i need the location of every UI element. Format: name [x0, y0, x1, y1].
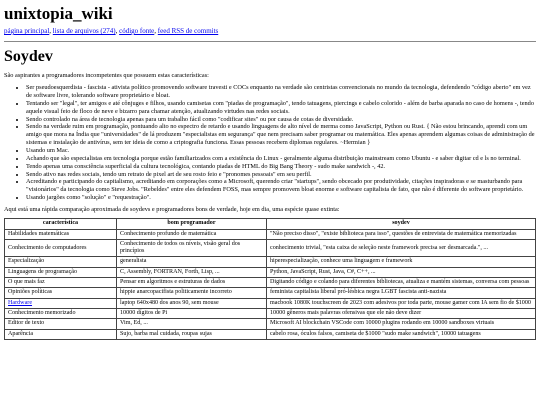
characteristics-list: Ser pseudoesquerdista - fascista - ativi… — [4, 84, 536, 202]
table-row: Hardware laptop 640x480 dos anos 90, sem … — [4, 297, 536, 310]
site-nav: página principal, lista de arquivos (274… — [4, 27, 219, 35]
list-item: Achando que são especialistas em tecnolo… — [26, 155, 536, 163]
table-cell: "Não preciso disso", "existe biblioteca … — [266, 228, 536, 240]
table-cell: Conhecimento memorizado — [4, 308, 117, 320]
table-cell: laptop 640x480 dos anos 90, sem mouse — [116, 297, 267, 310]
table-row: Conhecimento de computadores Conhecimento… — [4, 238, 536, 258]
table-cell: Especialização — [4, 256, 117, 268]
nav-link-source[interactable]: código fonte — [119, 27, 154, 35]
divider — [4, 41, 536, 42]
table-row: O que mais faz Pensar em algoritmos e est… — [4, 277, 536, 289]
table-cell: Aparência — [4, 328, 117, 340]
table-cell: Editor de texto — [4, 318, 117, 330]
comparison-table: característica bom programador soydev Ha… — [4, 218, 536, 340]
table-intro: Aqui está uma rápida comparação aproxima… — [4, 206, 340, 214]
table-row: Editor de texto Vim, Ed, ... Microsoft AI … — [4, 318, 536, 330]
table-cell: 10000 dígitos de Pi — [116, 308, 267, 320]
column-header: característica — [4, 218, 117, 230]
table-cell: Microsoft AI blockchain VSCode com 10000… — [266, 318, 536, 330]
table-cell: conhecimento trivial, "esta caixa de sel… — [266, 238, 536, 258]
column-header: soydev — [266, 218, 536, 230]
table-cell: Conhecimento profundo de matemática — [116, 228, 267, 240]
list-item: Tentando ser "legal", ter amigos e até c… — [26, 100, 536, 116]
list-item: Ser pseudoesquerdista - fascista - ativi… — [26, 84, 536, 100]
table-cell: Vim, Ed, ... — [116, 318, 267, 330]
table-cell: Pensar em algoritmos e estruturas de dad… — [116, 277, 267, 289]
table-cell: Opiniões políticas — [4, 287, 117, 299]
table-cell: Conhecimento de todos os níveis, visão g… — [116, 238, 267, 258]
list-item: Usando jargões como "solução" e "request… — [26, 194, 536, 202]
table-cell: 10000 gêneros mais palavras ofensivas qu… — [266, 308, 536, 320]
nav-link-home[interactable]: página principal — [4, 27, 49, 35]
table-cell: Habilidades matemáticas — [4, 228, 117, 240]
table-cell: hippie anarcopacifista politicamente inc… — [116, 287, 267, 299]
nav-link-rss[interactable]: feed RSS de commits — [158, 27, 218, 35]
table-cell: C, Assembly, FORTRAN, Forth, Lisp, ... — [116, 266, 267, 279]
table-cell: feminista capitalista liberal pró-lésbic… — [266, 287, 536, 299]
list-item: Usando um Mac. — [26, 147, 536, 155]
table-cell-link[interactable]: Hardware — [4, 297, 117, 310]
table-cell: Python, JavaScript, Rust, Java, C#, C++,… — [266, 266, 536, 279]
table-row: Especialização generalista hiperespecializ… — [4, 256, 536, 268]
nav-link-file-list[interactable]: lista de arquivos (274) — [53, 27, 116, 35]
table-row: Opiniões políticas hippie anarcopacifista… — [4, 287, 536, 299]
table-cell: hiperespecialização, conhece uma linguag… — [266, 256, 536, 268]
table-cell: generalista — [116, 256, 267, 268]
column-header: bom programador — [116, 218, 267, 230]
list-item: Sendo controlado na área de tecnologia a… — [26, 116, 536, 124]
list-item: Sendo ativo nas redes sociais, tendo um … — [26, 171, 536, 179]
table-header-row: característica bom programador soydev — [4, 218, 536, 230]
table-cell: Sujo, barba mal cuidada, roupas sujas — [116, 328, 267, 340]
table-row: Habilidades matemáticas Conhecimento prof… — [4, 228, 536, 240]
table-cell: macbook 1080K touchscreen de 2023 com ad… — [266, 297, 536, 310]
table-cell: O que mais faz — [4, 277, 117, 289]
list-item: Acreditando e participando do capitalism… — [26, 178, 536, 194]
intro-paragraph: São aspirantes a programadores incompete… — [4, 72, 209, 79]
table-cell: Digitando código e colando para diferent… — [266, 277, 536, 289]
table-row: Aparência Sujo, barba mal cuidada, roupas… — [4, 328, 536, 340]
site-title: unixtopia_wiki — [4, 4, 113, 23]
page: unixtopia_wiki página principal, lista d… — [0, 0, 540, 340]
table-row: Conhecimento memorizado 10000 dígitos de … — [4, 308, 536, 320]
list-item: Sendo na verdade ruim em programação, po… — [26, 123, 536, 147]
table-cell: Conhecimento de computadores — [4, 238, 117, 258]
table-cell: Linguagens de programação — [4, 266, 117, 279]
page-title: Soydev — [4, 48, 53, 65]
table-cell: cabelo rosa, óculos falsos, camiseta de … — [266, 328, 536, 340]
list-item: Tendo apenas uma consciência superficial… — [26, 163, 536, 171]
table-row: Linguagens de programação C, Assembly, FO… — [4, 266, 536, 279]
